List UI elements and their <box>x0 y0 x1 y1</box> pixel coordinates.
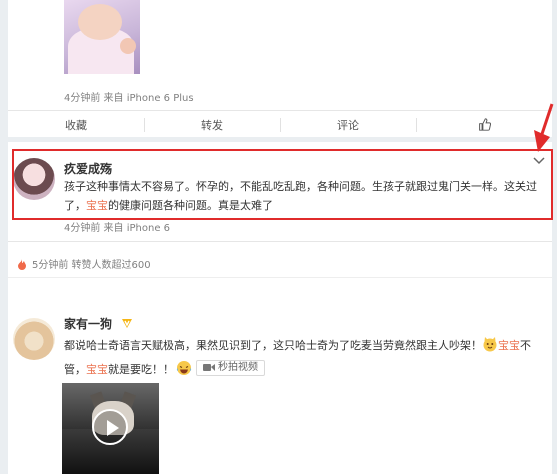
image-baby-hand <box>120 38 136 54</box>
post-meta: 4分钟前 来自 iPhone 6 <box>64 223 171 234</box>
post-text-part: 就是要吃！！ <box>108 363 174 376</box>
post-text: 都说哈士奇语言天赋极高，果然见识到了，这只哈士奇为了吃麦当劳竟然跟主人吵架！ 宝宝… <box>64 334 544 382</box>
video-link[interactable]: 秒拍视频 <box>196 359 265 376</box>
image-baby-face <box>78 4 122 40</box>
topic-link[interactable]: 宝宝 <box>86 199 108 212</box>
annotation-arrow-icon <box>534 103 554 152</box>
cat-emoji-icon <box>483 337 497 352</box>
action-bar: 收藏 转发 评论 <box>8 110 552 138</box>
comment-button[interactable]: 评论 <box>280 111 416 138</box>
post-text: 孩子这种事情太不容易了。怀孕的，不能乱吃乱跑，各种问题。生孩子就跟过鬼门关一样。… <box>64 177 544 215</box>
topic-link[interactable]: 宝宝 <box>498 339 520 352</box>
like-icon <box>478 118 491 131</box>
hot-status-text: 5分钟前 转赞人数超过600 <box>32 260 151 271</box>
favorite-button[interactable]: 收藏 <box>8 111 144 138</box>
laugh-emoji-icon <box>176 361 192 375</box>
video-link-label: 秒拍视频 <box>218 361 258 373</box>
post-image-thumbnail[interactable] <box>64 0 140 74</box>
post-text-part: 都说哈士奇语言天赋极高，果然见识到了，这只哈士奇为了吃麦当劳竟然跟主人吵架！ <box>64 339 482 352</box>
topic-link[interactable]: 宝宝 <box>86 363 108 376</box>
repost-label: 转发 <box>201 118 223 132</box>
favorite-label: 收藏 <box>65 118 87 132</box>
hot-status-line: 5分钟前 转赞人数超过600 <box>16 256 151 271</box>
repost-button[interactable]: 转发 <box>144 111 280 138</box>
username[interactable]: 家有一狗 <box>64 317 112 331</box>
video-icon <box>203 364 215 371</box>
verified-icon <box>122 319 133 328</box>
username[interactable]: 疚爱成殇 <box>64 160 112 177</box>
username-row: 家有一狗 <box>64 315 133 332</box>
avatar[interactable] <box>13 158 55 200</box>
comment-label: 评论 <box>337 118 359 132</box>
post-meta: 4分钟前 来自 iPhone 6 Plus <box>64 93 194 104</box>
video-thumbnail[interactable] <box>62 383 159 474</box>
post-text-part: 的健康问题各种问题。真是太难了 <box>108 199 273 212</box>
play-icon[interactable] <box>92 409 128 445</box>
hot-icon <box>18 259 26 270</box>
avatar[interactable] <box>13 318 55 360</box>
chevron-down-icon[interactable] <box>533 157 545 165</box>
divider <box>8 277 552 278</box>
